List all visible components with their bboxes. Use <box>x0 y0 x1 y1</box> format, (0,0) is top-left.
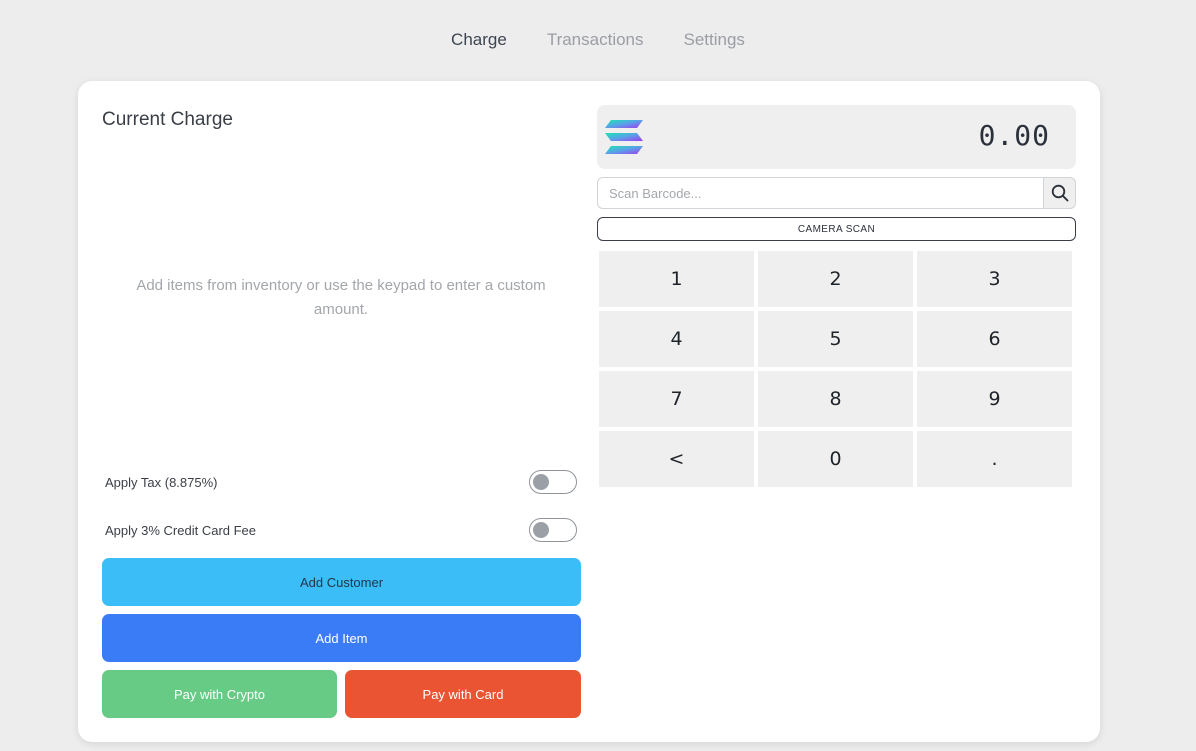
charge-card: Current Charge Add items from inventory … <box>78 81 1100 742</box>
barcode-search <box>597 177 1076 209</box>
tab-charge[interactable]: Charge <box>451 30 507 50</box>
tab-transactions[interactable]: Transactions <box>547 30 644 50</box>
keypad-key-8[interactable]: 8 <box>758 371 913 427</box>
add-item-button[interactable]: Add Item <box>102 614 581 662</box>
amount-value: 0.00 <box>978 119 1050 152</box>
keypad-key-4[interactable]: 4 <box>599 311 754 367</box>
tab-settings[interactable]: Settings <box>684 30 745 50</box>
keypad-key-3[interactable]: 3 <box>917 251 1072 307</box>
page-title: Current Charge <box>102 109 233 130</box>
solana-logo-icon <box>605 120 643 154</box>
top-nav: Charge Transactions Settings <box>0 0 1196 80</box>
barcode-input[interactable] <box>597 177 1043 209</box>
fee-toggle-row: Apply 3% Credit Card Fee <box>105 517 577 543</box>
barcode-search-button[interactable] <box>1043 177 1076 209</box>
keypad-key-0[interactable]: 0 <box>758 431 913 487</box>
pay-with-crypto-button[interactable]: Pay with Crypto <box>102 670 337 718</box>
add-customer-button[interactable]: Add Customer <box>102 558 581 606</box>
fee-toggle-switch[interactable] <box>529 518 577 542</box>
camera-scan-button[interactable]: CAMERA SCAN <box>597 217 1076 241</box>
keypad: 1 2 3 4 5 6 7 8 9 < 0 . <box>599 251 1074 487</box>
tax-toggle-switch[interactable] <box>529 470 577 494</box>
fee-toggle-label: Apply 3% Credit Card Fee <box>105 522 257 538</box>
keypad-key-7[interactable]: 7 <box>599 371 754 427</box>
keypad-key-backspace[interactable]: < <box>599 431 754 487</box>
tax-toggle-row: Apply Tax (8.875%) <box>105 469 577 495</box>
keypad-key-1[interactable]: 1 <box>599 251 754 307</box>
amount-display: 0.00 <box>597 105 1076 169</box>
keypad-key-decimal[interactable]: . <box>917 431 1072 487</box>
empty-state-message: Add items from inventory or use the keyp… <box>136 277 546 318</box>
keypad-key-2[interactable]: 2 <box>758 251 913 307</box>
keypad-key-5[interactable]: 5 <box>758 311 913 367</box>
toggle-knob <box>533 474 549 490</box>
keypad-key-9[interactable]: 9 <box>917 371 1072 427</box>
search-icon <box>1051 184 1068 202</box>
tax-toggle-label: Apply Tax (8.875%) <box>105 474 218 490</box>
keypad-key-6[interactable]: 6 <box>917 311 1072 367</box>
toggle-knob <box>533 522 549 538</box>
pay-with-card-button[interactable]: Pay with Card <box>345 670 581 718</box>
